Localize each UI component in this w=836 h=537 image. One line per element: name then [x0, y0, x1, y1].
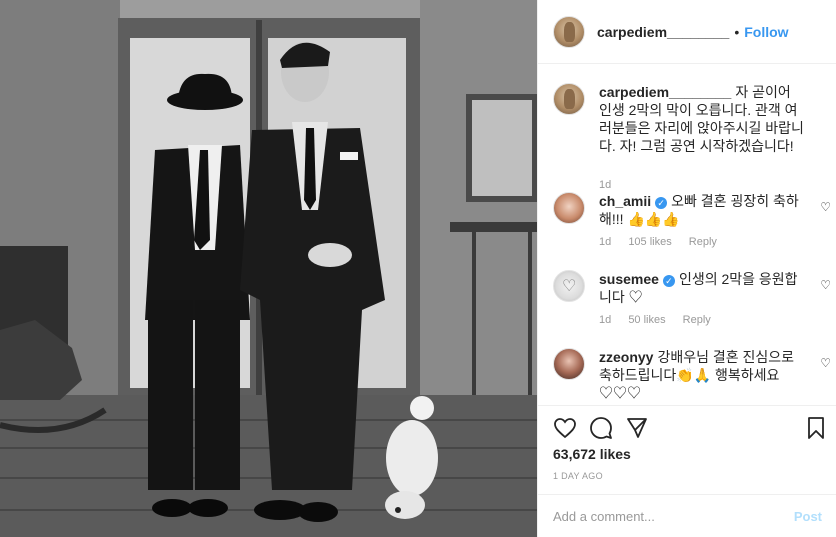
comment-likes[interactable]: 105 likes	[628, 236, 671, 248]
reply-button[interactable]: Reply	[683, 314, 711, 326]
caption-time[interactable]: 1d	[599, 179, 611, 191]
post-actions: 63,672 likes 1 DAY AGO	[538, 405, 836, 494]
comment-like-heart-icon[interactable]: ♡	[820, 278, 831, 292]
comment-time[interactable]: 1d	[599, 236, 611, 248]
caption-avatar[interactable]	[553, 83, 585, 115]
comment-body: zzeonyy 강배우님 결혼 진심으로 축하드립니다👏🙏 행복하세요 ♡♡♡	[599, 348, 807, 402]
comment-meta: 1d 105 likes Reply	[599, 236, 731, 248]
paper-plane-icon[interactable]	[625, 416, 649, 440]
comment-input[interactable]	[553, 508, 794, 524]
post-comment-button[interactable]: Post	[794, 509, 822, 524]
comment-likes[interactable]: 50 likes	[628, 314, 665, 326]
comment-body: ch_amii ✓ 오빠 결혼 굉장히 축하해!!! 👍👍👍	[599, 192, 807, 228]
header-separator: •	[734, 23, 740, 40]
author-avatar[interactable]	[553, 15, 585, 48]
comment-time[interactable]: 1d	[599, 314, 611, 326]
comment-username[interactable]: susemee	[599, 271, 659, 287]
commenter-avatar[interactable]	[553, 192, 585, 224]
comment-body: susemee ✓ 인생의 2막을 응원합니다 ♡	[599, 270, 807, 306]
photo-illustration	[0, 0, 537, 537]
comment-like-heart-icon[interactable]: ♡	[820, 200, 831, 214]
commenter-avatar[interactable]	[553, 270, 585, 302]
comment-username[interactable]: ch_amii	[599, 193, 651, 209]
caption-username[interactable]: carpediem________	[599, 84, 731, 100]
comment-meta: 1d 50 likes Reply	[599, 314, 725, 326]
bookmark-icon[interactable]	[804, 416, 828, 440]
post-time-ago[interactable]: 1 DAY AGO	[553, 471, 603, 481]
comment-username[interactable]: zzeonyy	[599, 349, 653, 365]
comment-bubble-icon[interactable]	[589, 416, 613, 440]
reply-button[interactable]: Reply	[689, 236, 717, 248]
caption-body: carpediem________ 자 곧이어 인생 2막의 막이 오릅니다. 관…	[599, 83, 807, 155]
comments-list[interactable]: carpediem________ 자 곧이어 인생 2막의 막이 오릅니다. 관…	[538, 65, 836, 405]
verified-badge-icon: ✓	[655, 197, 668, 209]
post-side-panel: carpediem________ • Follow carpediem____…	[537, 0, 836, 537]
commenter-avatar[interactable]	[553, 348, 585, 380]
likes-count[interactable]: 63,672 likes	[553, 446, 631, 462]
heart-icon[interactable]	[553, 416, 577, 440]
author-username[interactable]: carpediem________	[597, 24, 729, 40]
post-header: carpediem________ • Follow	[538, 0, 836, 64]
comment-like-heart-icon[interactable]: ♡	[820, 356, 831, 370]
verified-badge-icon: ✓	[662, 275, 675, 287]
post-photo[interactable]	[0, 0, 537, 537]
add-comment-bar: Post	[538, 494, 836, 537]
caption-meta: 1d	[599, 179, 625, 191]
follow-button[interactable]: Follow	[744, 24, 788, 40]
